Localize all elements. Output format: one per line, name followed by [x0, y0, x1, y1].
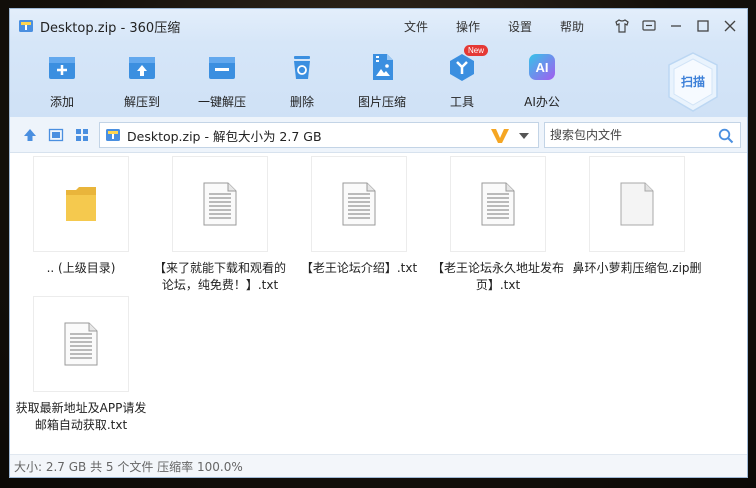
blank-file-icon	[620, 182, 654, 226]
message-icon	[642, 20, 656, 31]
menu-settings[interactable]: 设置	[494, 18, 546, 35]
v-logo-icon[interactable]	[490, 127, 510, 145]
text-file-icon	[342, 182, 376, 226]
file-thumbnail	[311, 156, 407, 252]
grid-view-icon[interactable]	[74, 127, 90, 143]
one-click-extract-button[interactable]: 一键解压	[187, 49, 257, 113]
maximize-icon	[697, 20, 709, 32]
new-badge: New	[464, 45, 489, 56]
minimize-icon	[671, 25, 681, 27]
file-list: .. (上级目录) 【来了就能下载和观看的论坛，纯免费！】.txt 【老王论坛介…	[10, 154, 747, 456]
file-name: 【来了就能下载和观看的论坛，纯免费！】.txt	[153, 261, 286, 292]
text-file-icon	[481, 182, 515, 226]
delete-button[interactable]: 删除	[267, 49, 337, 113]
file-thumbnail	[33, 296, 129, 392]
path-field[interactable]: Desktop.zip - 解包大小为 2.7 GB	[99, 122, 539, 148]
extract-to-icon	[126, 51, 158, 83]
search-input[interactable]	[545, 123, 715, 147]
tools-icon: New	[446, 45, 489, 83]
file-thumbnail	[33, 156, 129, 252]
tools-button[interactable]: New 工具	[427, 45, 497, 113]
text-file-icon	[203, 182, 237, 226]
search-icon[interactable]	[718, 128, 734, 144]
ai-icon-text: AI	[536, 60, 549, 75]
text-file-icon	[64, 322, 98, 366]
image-compress-label: 图片压缩	[357, 95, 406, 109]
list-view-icon[interactable]	[48, 127, 64, 143]
status-bar: 大小: 2.7 GB 共 5 个文件 压缩率 100.0%	[10, 454, 747, 477]
delete-icon	[286, 51, 318, 83]
address-bar: Desktop.zip - 解包大小为 2.7 GB	[10, 117, 747, 153]
window-controls	[606, 9, 741, 43]
ai-office-label: AI办公	[524, 95, 560, 109]
file-name: 【老王论坛介绍】.txt	[300, 261, 418, 275]
feedback-button[interactable]	[638, 15, 660, 37]
add-icon	[46, 51, 78, 83]
menu-bar: 文件 操作 设置 帮助	[390, 9, 598, 43]
file-thumbnail	[589, 156, 685, 252]
app-logo-icon	[18, 18, 34, 34]
extract-to-label: 解压到	[123, 95, 160, 109]
menu-help[interactable]: 帮助	[546, 18, 598, 35]
window-title: Desktop.zip - 360压缩	[40, 20, 181, 36]
zip-file-icon	[105, 127, 121, 143]
file-name: 【老王论坛永久地址发布页】.txt	[431, 261, 564, 292]
one-click-extract-icon	[206, 51, 238, 83]
file-name: 鼻环小萝莉压缩包.zip删	[572, 261, 702, 275]
extract-to-button[interactable]: 解压到	[107, 49, 177, 113]
image-compress-button[interactable]: 图片压缩	[347, 49, 417, 113]
close-icon	[724, 20, 736, 32]
app-window: Desktop.zip - 360压缩 文件 操作 设置 帮助 添加 解压到 一…	[9, 8, 748, 478]
add-button[interactable]: 添加	[27, 49, 97, 113]
scan-label: 扫描	[680, 75, 705, 89]
file-name: 获取最新地址及APP请发邮箱自动获取.txt	[15, 401, 147, 432]
folder-icon	[66, 187, 96, 221]
tools-label: 工具	[449, 95, 474, 109]
title-bar: Desktop.zip - 360压缩 文件 操作 设置 帮助	[10, 9, 747, 43]
toolbar: 添加 解压到 一键解压 删除 图片压缩 New 工具 AI AI办公 扫描	[10, 43, 747, 117]
skin-button[interactable]	[611, 15, 633, 37]
image-compress-icon	[366, 51, 398, 83]
file-name: .. (上级目录)	[46, 261, 116, 275]
add-label: 添加	[49, 95, 74, 109]
ai-office-button[interactable]: AI AI办公	[507, 49, 577, 113]
maximize-button[interactable]	[692, 15, 714, 37]
close-button[interactable]	[719, 15, 741, 37]
menu-file[interactable]: 文件	[390, 18, 442, 35]
dropdown-arrow-icon[interactable]	[518, 131, 530, 141]
ai-office-icon: AI	[526, 51, 558, 83]
delete-label: 删除	[289, 95, 314, 109]
status-text: 大小: 2.7 GB 共 5 个文件 压缩率 100.0%	[14, 459, 243, 474]
one-click-extract-label: 一键解压	[197, 95, 246, 109]
minimize-button[interactable]	[665, 15, 687, 37]
path-text: Desktop.zip - 解包大小为 2.7 GB	[127, 128, 322, 144]
file-thumbnail	[450, 156, 546, 252]
shirt-icon	[615, 19, 629, 33]
scan-button[interactable]: 扫描	[665, 51, 721, 113]
menu-operation[interactable]: 操作	[442, 18, 494, 35]
search-box	[544, 122, 741, 148]
up-arrow-icon[interactable]	[22, 127, 38, 143]
file-thumbnail	[172, 156, 268, 252]
